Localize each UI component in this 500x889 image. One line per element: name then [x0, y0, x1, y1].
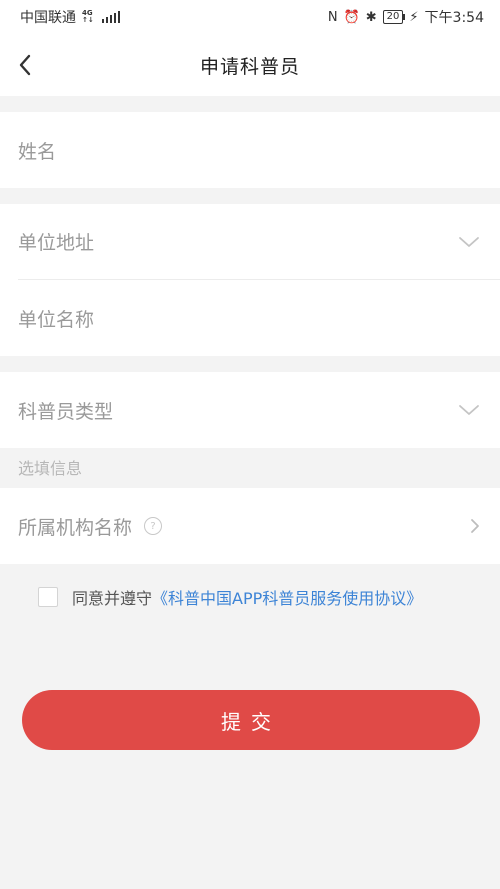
alarm-icon: ⏰ — [343, 9, 360, 25]
network-type: 4G ↑↓ — [82, 10, 94, 24]
unit-card: 单位地址 单位名称 — [0, 204, 500, 356]
agreement-text: 同意并遵守 — [72, 589, 153, 608]
bluetooth-icon: ✱ — [365, 9, 377, 25]
chevron-down-icon — [459, 405, 479, 415]
name-field-label: 姓名 — [18, 140, 57, 163]
back-button[interactable] — [12, 52, 38, 78]
charging-icon: ⚡ — [409, 9, 419, 25]
name-field[interactable]: 姓名 — [0, 112, 500, 188]
org-card: 所属机构名称 ? — [0, 488, 500, 564]
org-name-label-wrap: 所属机构名称 ? — [18, 513, 163, 540]
unit-name-field[interactable]: 单位名称 — [0, 280, 500, 356]
navigation-bar: 申请科普员 — [0, 34, 500, 96]
battery-icon: 20 — [382, 10, 406, 24]
optional-section-label: 选填信息 — [18, 459, 83, 478]
agreement-link[interactable]: 《科普中国APP科普员服务使用协议》 — [152, 585, 422, 609]
unit-name-label: 单位名称 — [18, 308, 95, 331]
agreement-checkbox[interactable] — [38, 587, 58, 607]
nfc-icon: N — [327, 9, 338, 25]
agreement-row: 同意并遵守 《科普中国APP科普员服务使用协议》 — [0, 564, 500, 630]
org-name-label: 所属机构名称 — [18, 516, 133, 539]
status-bar-right: N ⏰ ✱ 20 ⚡ 下午3:54 — [328, 7, 484, 27]
carrier-name: 中国联通 — [20, 10, 76, 26]
chevron-right-icon — [471, 519, 479, 533]
submit-button[interactable]: 提交 — [22, 690, 480, 750]
help-icon[interactable]: ? — [144, 517, 163, 535]
page-title: 申请科普员 — [199, 55, 300, 78]
type-card: 科普员类型 — [0, 372, 500, 448]
data-activity-icon: ↑↓ — [82, 16, 94, 24]
signal-strength-icon — [101, 11, 121, 23]
popularizer-type-label: 科普员类型 — [18, 400, 114, 423]
status-bar-left: 中国联通 4G ↑↓ — [20, 7, 121, 27]
chevron-down-icon — [459, 236, 479, 247]
popularizer-type-select[interactable]: 科普员类型 — [0, 372, 500, 448]
status-bar: 中国联通 4G ↑↓ N ⏰ ✱ 20 ⚡ 下午3:54 — [0, 0, 500, 34]
chevron-left-icon — [19, 54, 31, 76]
clock: 下午3:54 — [424, 10, 484, 26]
org-name-row[interactable]: 所属机构名称 ? — [0, 488, 500, 564]
unit-address-select[interactable]: 单位地址 — [18, 204, 500, 280]
name-card: 姓名 — [0, 112, 500, 188]
unit-address-label: 单位地址 — [18, 232, 95, 254]
